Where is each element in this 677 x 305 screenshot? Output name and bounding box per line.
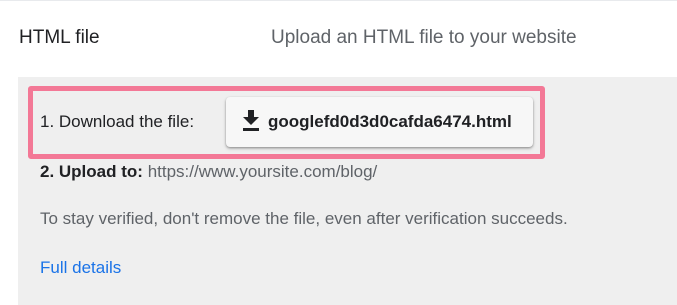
upload-step: 2. Upload to: https://www.yoursite.com/b… <box>40 162 377 182</box>
upload-url: https://www.yoursite.com/blog/ <box>147 162 378 181</box>
verification-note: To stay verified, don't remove the file,… <box>40 209 568 228</box>
method-name: HTML file <box>19 27 100 48</box>
method-description: Upload an HTML file to your website <box>271 27 577 48</box>
verification-method-row[interactable]: HTML file Upload an HTML file to your we… <box>0 0 677 76</box>
full-details-link[interactable]: Full details <box>40 258 121 278</box>
download-button-label: googlefd0d3d0cafda6474.html <box>268 112 512 131</box>
upload-step-label: 2. Upload to: <box>40 162 143 181</box>
download-step-label: 1. Download the file: <box>40 112 195 131</box>
download-file-button[interactable]: googlefd0d3d0cafda6474.html <box>226 97 533 147</box>
download-icon <box>243 110 259 131</box>
